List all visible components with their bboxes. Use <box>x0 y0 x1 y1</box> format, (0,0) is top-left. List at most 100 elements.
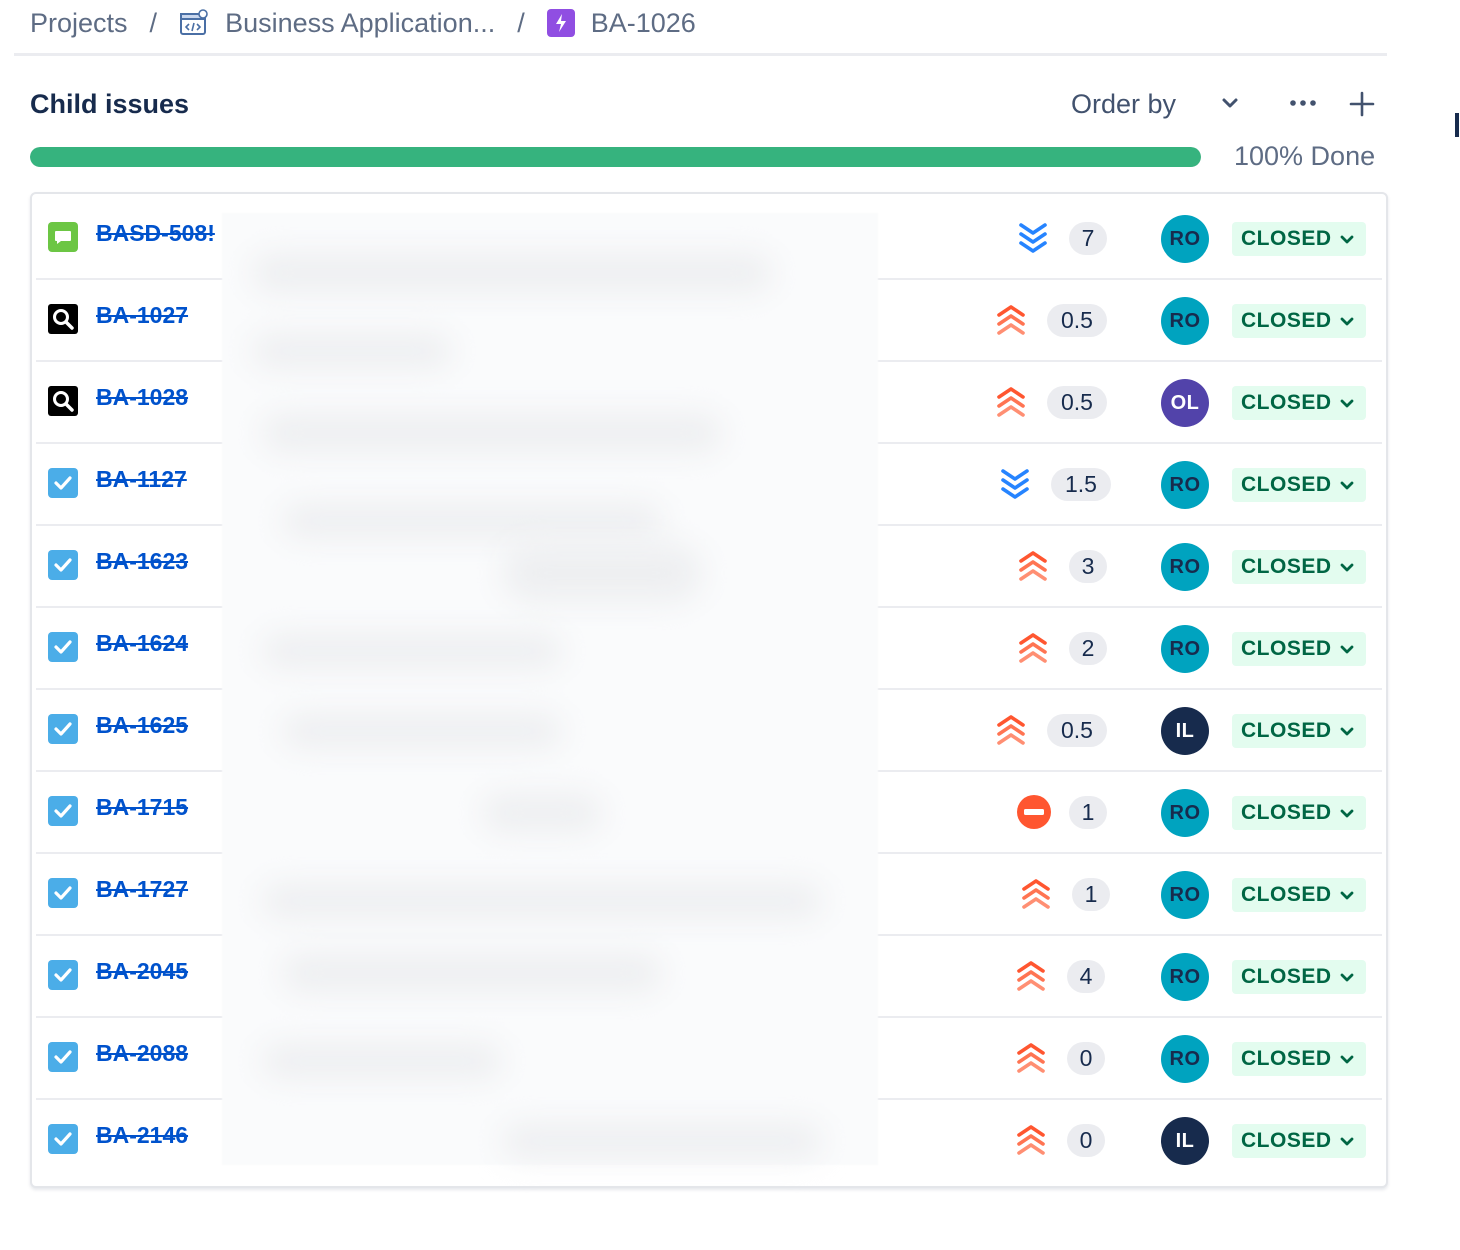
issue-key-link[interactable]: BA-2146 <box>96 1122 188 1149</box>
priority-blocker-icon <box>1016 794 1051 832</box>
priority-lowest-icon <box>998 465 1032 503</box>
status-dropdown[interactable]: CLOSED <box>1232 468 1366 502</box>
breadcrumb-issue-link[interactable]: BA-1026 <box>591 8 696 39</box>
status-dropdown[interactable]: CLOSED <box>1232 632 1366 666</box>
issue-key-link[interactable]: BASD-508! <box>96 220 215 247</box>
chevron-down-icon <box>1338 558 1356 576</box>
breadcrumb-separator: / <box>517 7 525 38</box>
progress-bar-fill <box>30 147 1201 167</box>
issue-key-link[interactable]: BA-1715 <box>96 794 188 821</box>
issue-key-link[interactable]: BA-2045 <box>96 958 188 985</box>
task-icon <box>48 632 78 662</box>
status-label: CLOSED <box>1241 555 1332 578</box>
task-icon <box>48 550 78 580</box>
story-points-badge: 7 <box>1069 222 1107 255</box>
status-label: CLOSED <box>1241 473 1332 496</box>
assignee-avatar[interactable]: IL <box>1161 707 1209 755</box>
order-by-button[interactable]: Order by <box>1071 89 1176 120</box>
priority-highest-icon <box>1016 629 1050 667</box>
chevron-down-icon[interactable] <box>1219 92 1241 119</box>
redacted-summary-area <box>222 213 878 1165</box>
story-points-badge: 0.5 <box>1047 714 1107 747</box>
breadcrumb-projects-link[interactable]: Projects <box>30 8 128 39</box>
assignee-avatar[interactable]: RO <box>1161 297 1209 345</box>
chevron-down-icon <box>1338 476 1356 494</box>
status-dropdown[interactable]: CLOSED <box>1232 1042 1366 1076</box>
status-dropdown[interactable]: CLOSED <box>1232 960 1366 994</box>
priority-highest-icon <box>1014 957 1048 995</box>
request-icon <box>48 222 78 252</box>
status-dropdown[interactable]: CLOSED <box>1232 796 1366 830</box>
status-label: CLOSED <box>1241 1129 1332 1152</box>
assignee-avatar[interactable]: RO <box>1161 953 1209 1001</box>
issue-key-link[interactable]: BA-1027 <box>96 302 188 329</box>
task-icon <box>48 468 78 498</box>
assignee-avatar[interactable]: OL <box>1161 379 1209 427</box>
chevron-down-icon <box>1338 886 1356 904</box>
assignee-avatar[interactable]: RO <box>1161 1035 1209 1083</box>
status-dropdown[interactable]: CLOSED <box>1232 714 1366 748</box>
status-label: CLOSED <box>1241 801 1332 824</box>
code-window-icon <box>179 8 209 38</box>
assignee-avatar[interactable]: IL <box>1161 1117 1209 1165</box>
task-icon <box>48 796 78 826</box>
status-dropdown[interactable]: CLOSED <box>1232 386 1366 420</box>
status-dropdown[interactable]: CLOSED <box>1232 304 1366 338</box>
status-dropdown[interactable]: CLOSED <box>1232 550 1366 584</box>
priority-highest-icon <box>1014 1121 1048 1159</box>
status-label: CLOSED <box>1241 1047 1332 1070</box>
issue-key-link[interactable]: BA-1625 <box>96 712 188 739</box>
priority-highest-icon <box>994 711 1028 749</box>
issue-key-link[interactable]: BA-1127 <box>96 466 187 493</box>
issue-key-link[interactable]: BA-2088 <box>96 1040 188 1067</box>
breadcrumb: Projects / Business Application... / BA-… <box>30 0 696 46</box>
chevron-down-icon <box>1338 722 1356 740</box>
status-dropdown[interactable]: CLOSED <box>1232 878 1366 912</box>
story-points-badge: 0.5 <box>1047 304 1107 337</box>
task-icon <box>48 1042 78 1072</box>
priority-highest-icon <box>1016 547 1050 585</box>
priority-highest-icon <box>1019 875 1053 913</box>
story-points-badge: 0 <box>1067 1124 1105 1157</box>
status-label: CLOSED <box>1241 227 1332 250</box>
status-dropdown[interactable]: CLOSED <box>1232 1124 1366 1158</box>
priority-highest-icon <box>994 301 1028 339</box>
story-points-badge: 1 <box>1072 878 1110 911</box>
assignee-avatar[interactable]: RO <box>1161 215 1209 263</box>
priority-highest-icon <box>994 383 1028 421</box>
assignee-avatar[interactable]: RO <box>1161 543 1209 591</box>
story-points-badge: 3 <box>1069 550 1107 583</box>
status-label: CLOSED <box>1241 637 1332 660</box>
issue-key-link[interactable]: BA-1623 <box>96 548 188 575</box>
section-title: Child issues <box>30 89 190 119</box>
status-label: CLOSED <box>1241 391 1332 414</box>
story-points-badge: 1 <box>1069 796 1107 829</box>
breadcrumb-separator: / <box>149 7 158 38</box>
task-icon <box>48 714 78 744</box>
more-actions-icon[interactable] <box>1288 92 1318 119</box>
assignee-avatar[interactable]: RO <box>1161 461 1209 509</box>
chevron-down-icon <box>1338 804 1356 822</box>
text-cursor <box>1455 113 1459 137</box>
add-child-issue-icon[interactable] <box>1348 90 1376 123</box>
task-icon <box>48 878 78 908</box>
task-icon <box>48 1124 78 1154</box>
assignee-avatar[interactable]: RO <box>1161 625 1209 673</box>
child-issues-header: Child issues Order by <box>30 82 1386 130</box>
status-label: CLOSED <box>1241 965 1332 988</box>
chevron-down-icon <box>1338 1132 1356 1150</box>
progress-bar <box>30 147 1201 167</box>
research-icon <box>48 386 78 416</box>
status-label: CLOSED <box>1241 883 1332 906</box>
breadcrumb-project-link[interactable]: Business Application... <box>225 8 495 39</box>
assignee-avatar[interactable]: RO <box>1161 789 1209 837</box>
issue-key-link[interactable]: BA-1727 <box>96 876 188 903</box>
assignee-avatar[interactable]: RO <box>1161 871 1209 919</box>
chevron-down-icon <box>1338 394 1356 412</box>
story-points-badge: 0 <box>1067 1042 1105 1075</box>
research-icon <box>48 304 78 334</box>
issue-key-link[interactable]: BA-1028 <box>96 384 188 411</box>
epic-lightning-icon <box>546 9 575 37</box>
status-dropdown[interactable]: CLOSED <box>1232 222 1366 256</box>
issue-key-link[interactable]: BA-1624 <box>96 630 188 657</box>
